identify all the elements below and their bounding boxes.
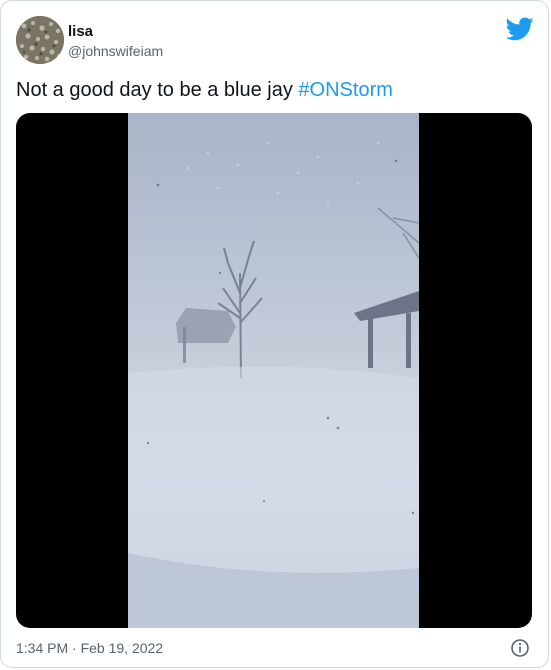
display-name[interactable]: lisa [68, 23, 93, 41]
tweet-video[interactable] [16, 113, 532, 628]
info-icon[interactable] [510, 638, 530, 658]
tweet-timestamp[interactable]: 1:34 PM · Feb 19, 2022 [16, 639, 163, 657]
hashtag-link[interactable]: #ONStorm [298, 79, 392, 101]
video-frame [128, 113, 419, 628]
avatar[interactable] [16, 16, 64, 64]
tweet-text: Not a good day to be a blue jay #ONStorm [16, 77, 393, 103]
tweet-card: lisa @johnswifeiam Not a good day to be … [0, 0, 549, 668]
tweet-body: Not a good day to be a blue jay [16, 79, 299, 101]
twitter-bird-icon[interactable] [505, 17, 534, 41]
user-handle[interactable]: @johnswifeiam [68, 42, 163, 60]
